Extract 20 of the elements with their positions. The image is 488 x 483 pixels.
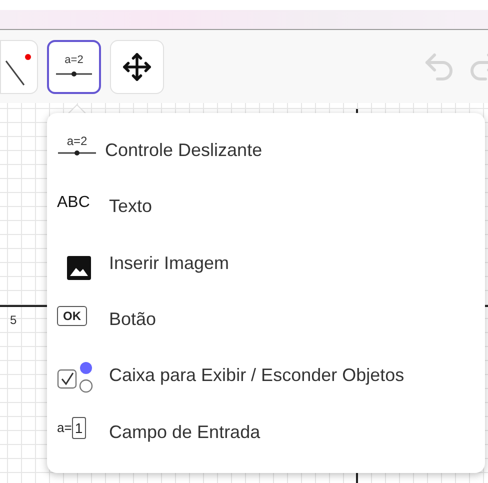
menu-item[interactable]: OK Botão — [57, 304, 485, 360]
input-label: a= — [57, 418, 72, 437]
slider-icon — [56, 70, 92, 78]
move-icon — [122, 52, 152, 82]
slider-icon — [58, 149, 96, 157]
axis-label: 5 — [10, 312, 17, 329]
move-tool-button[interactable] — [110, 40, 164, 94]
menu-item[interactable]: Caixa para Exibir / Esconder Objetos — [57, 360, 485, 417]
slider-tool-button[interactable]: a=2 — [47, 40, 101, 94]
menu-item[interactable]: Inserir Imagem — [57, 248, 485, 304]
image-icon — [67, 256, 91, 280]
menu-item[interactable]: ABC Texto — [57, 191, 485, 248]
slider-label: a=2 — [66, 135, 88, 147]
line-tool-button[interactable] — [0, 40, 38, 94]
slider-label: a=2 — [64, 55, 84, 66]
menu-item[interactable]: a= 1 Campo de Entrada — [57, 416, 485, 473]
input-box-icon: 1 — [72, 416, 86, 439]
menu-item[interactable]: a=2 Controle Deslizante — [57, 135, 485, 192]
ok-button-icon: OK — [57, 306, 87, 326]
text-tool-glyph: ABC — [57, 193, 91, 214]
